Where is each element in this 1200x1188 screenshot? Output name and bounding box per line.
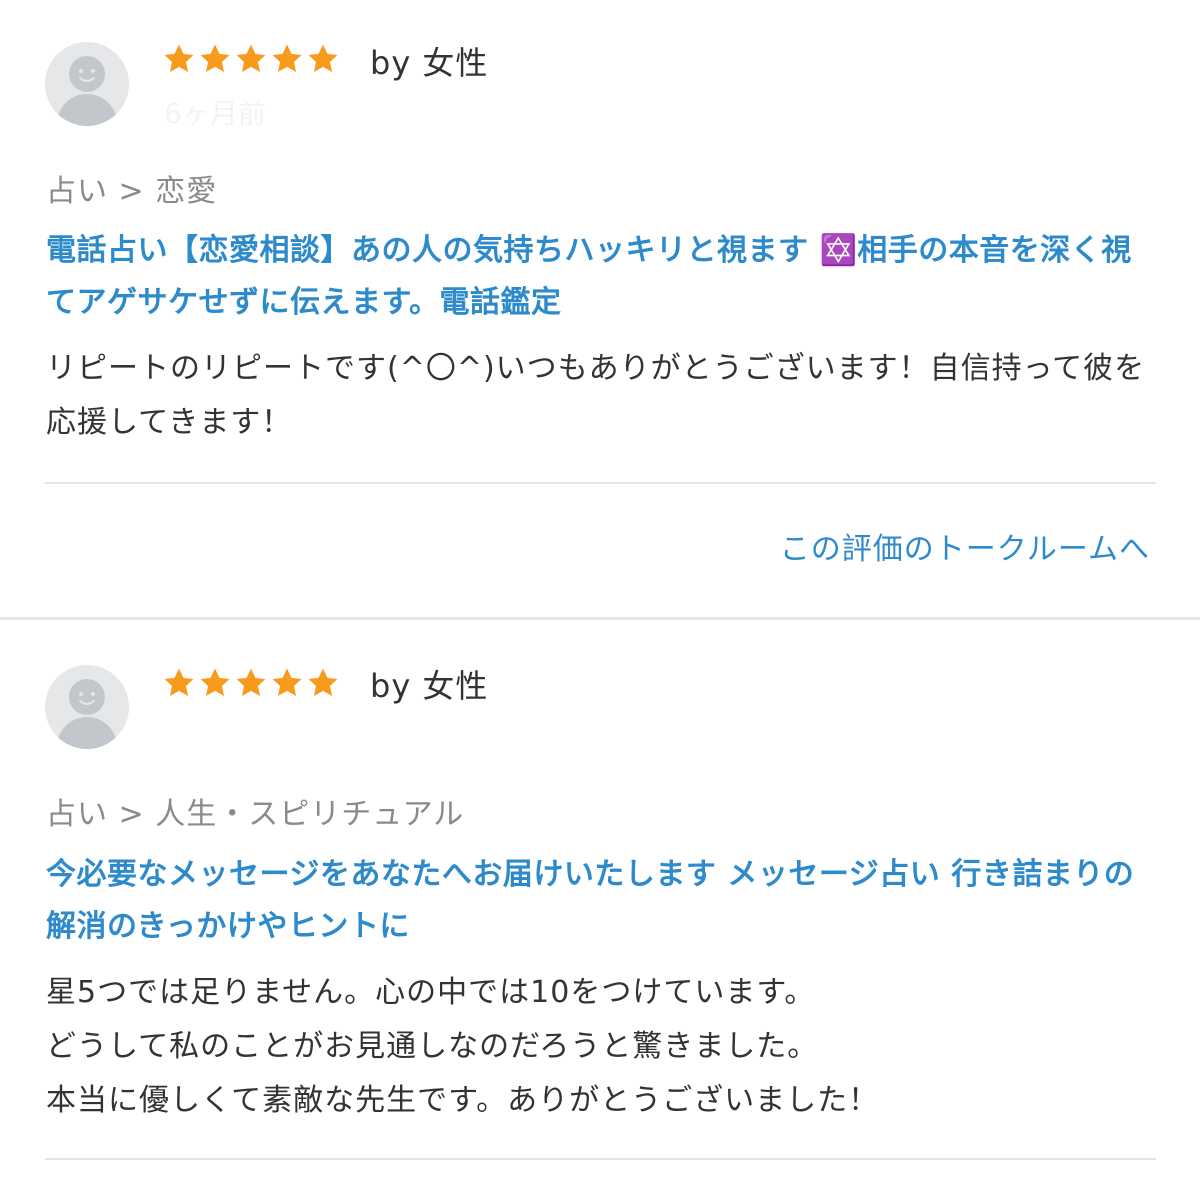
divider: [45, 482, 1156, 484]
review-date: 6ヶ月前: [164, 97, 266, 130]
star-icon: [164, 668, 194, 697]
avatar: [45, 665, 129, 749]
star-icon: [272, 668, 302, 697]
avatar-body: [57, 94, 117, 126]
star-icon: [272, 44, 302, 73]
category-breadcrumb[interactable]: 占い > 恋愛: [46, 166, 217, 210]
review-comment: 星5つでは足りません。心の中では10をつけています。 どうして私のことがお見通し…: [46, 975, 880, 1118]
service-title-link[interactable]: 電話占い【恋愛相談】あの人の気持ちハッキリと視ます ✡️相手の本音を深く視てアゲ…: [46, 225, 1156, 329]
reviewer-label: by 女性: [370, 667, 489, 705]
talkroom-link[interactable]: この評価のトークルームへ: [780, 524, 1150, 568]
star-icon: [200, 668, 230, 697]
avatar: [45, 42, 129, 126]
reviewer-label: by 女性: [370, 44, 489, 82]
star-rating: [162, 42, 340, 76]
service-title-link[interactable]: 今必要なメッセージをあなたへお届けいたします メッセージ占い 行き詰まりの解消の…: [46, 849, 1156, 953]
smile-icon: [79, 69, 95, 82]
star-icon: [236, 668, 266, 697]
star-icon: [200, 44, 230, 73]
star-rating: [162, 666, 340, 700]
review-card: by 女性 占い > 人生・スピリチュアル 今必要なメッセージをあなたへお届けい…: [0, 620, 1200, 1188]
smile-icon: [79, 692, 95, 705]
review-comment: リピートのリピートです(^〇^)いつもありがとうございます！自信持って彼を応援し…: [46, 351, 1146, 440]
avatar-body: [57, 717, 117, 749]
star-icon: [308, 44, 338, 73]
divider: [45, 1158, 1156, 1160]
category-breadcrumb[interactable]: 占い > 人生・スピリチュアル: [46, 789, 464, 833]
star-icon: [164, 44, 194, 73]
star-icon: [308, 668, 338, 697]
star-icon: [236, 44, 266, 73]
review-card: by 女性 6ヶ月前 占い > 恋愛 電話占い【恋愛相談】あの人の気持ちハッキリ…: [0, 0, 1200, 618]
